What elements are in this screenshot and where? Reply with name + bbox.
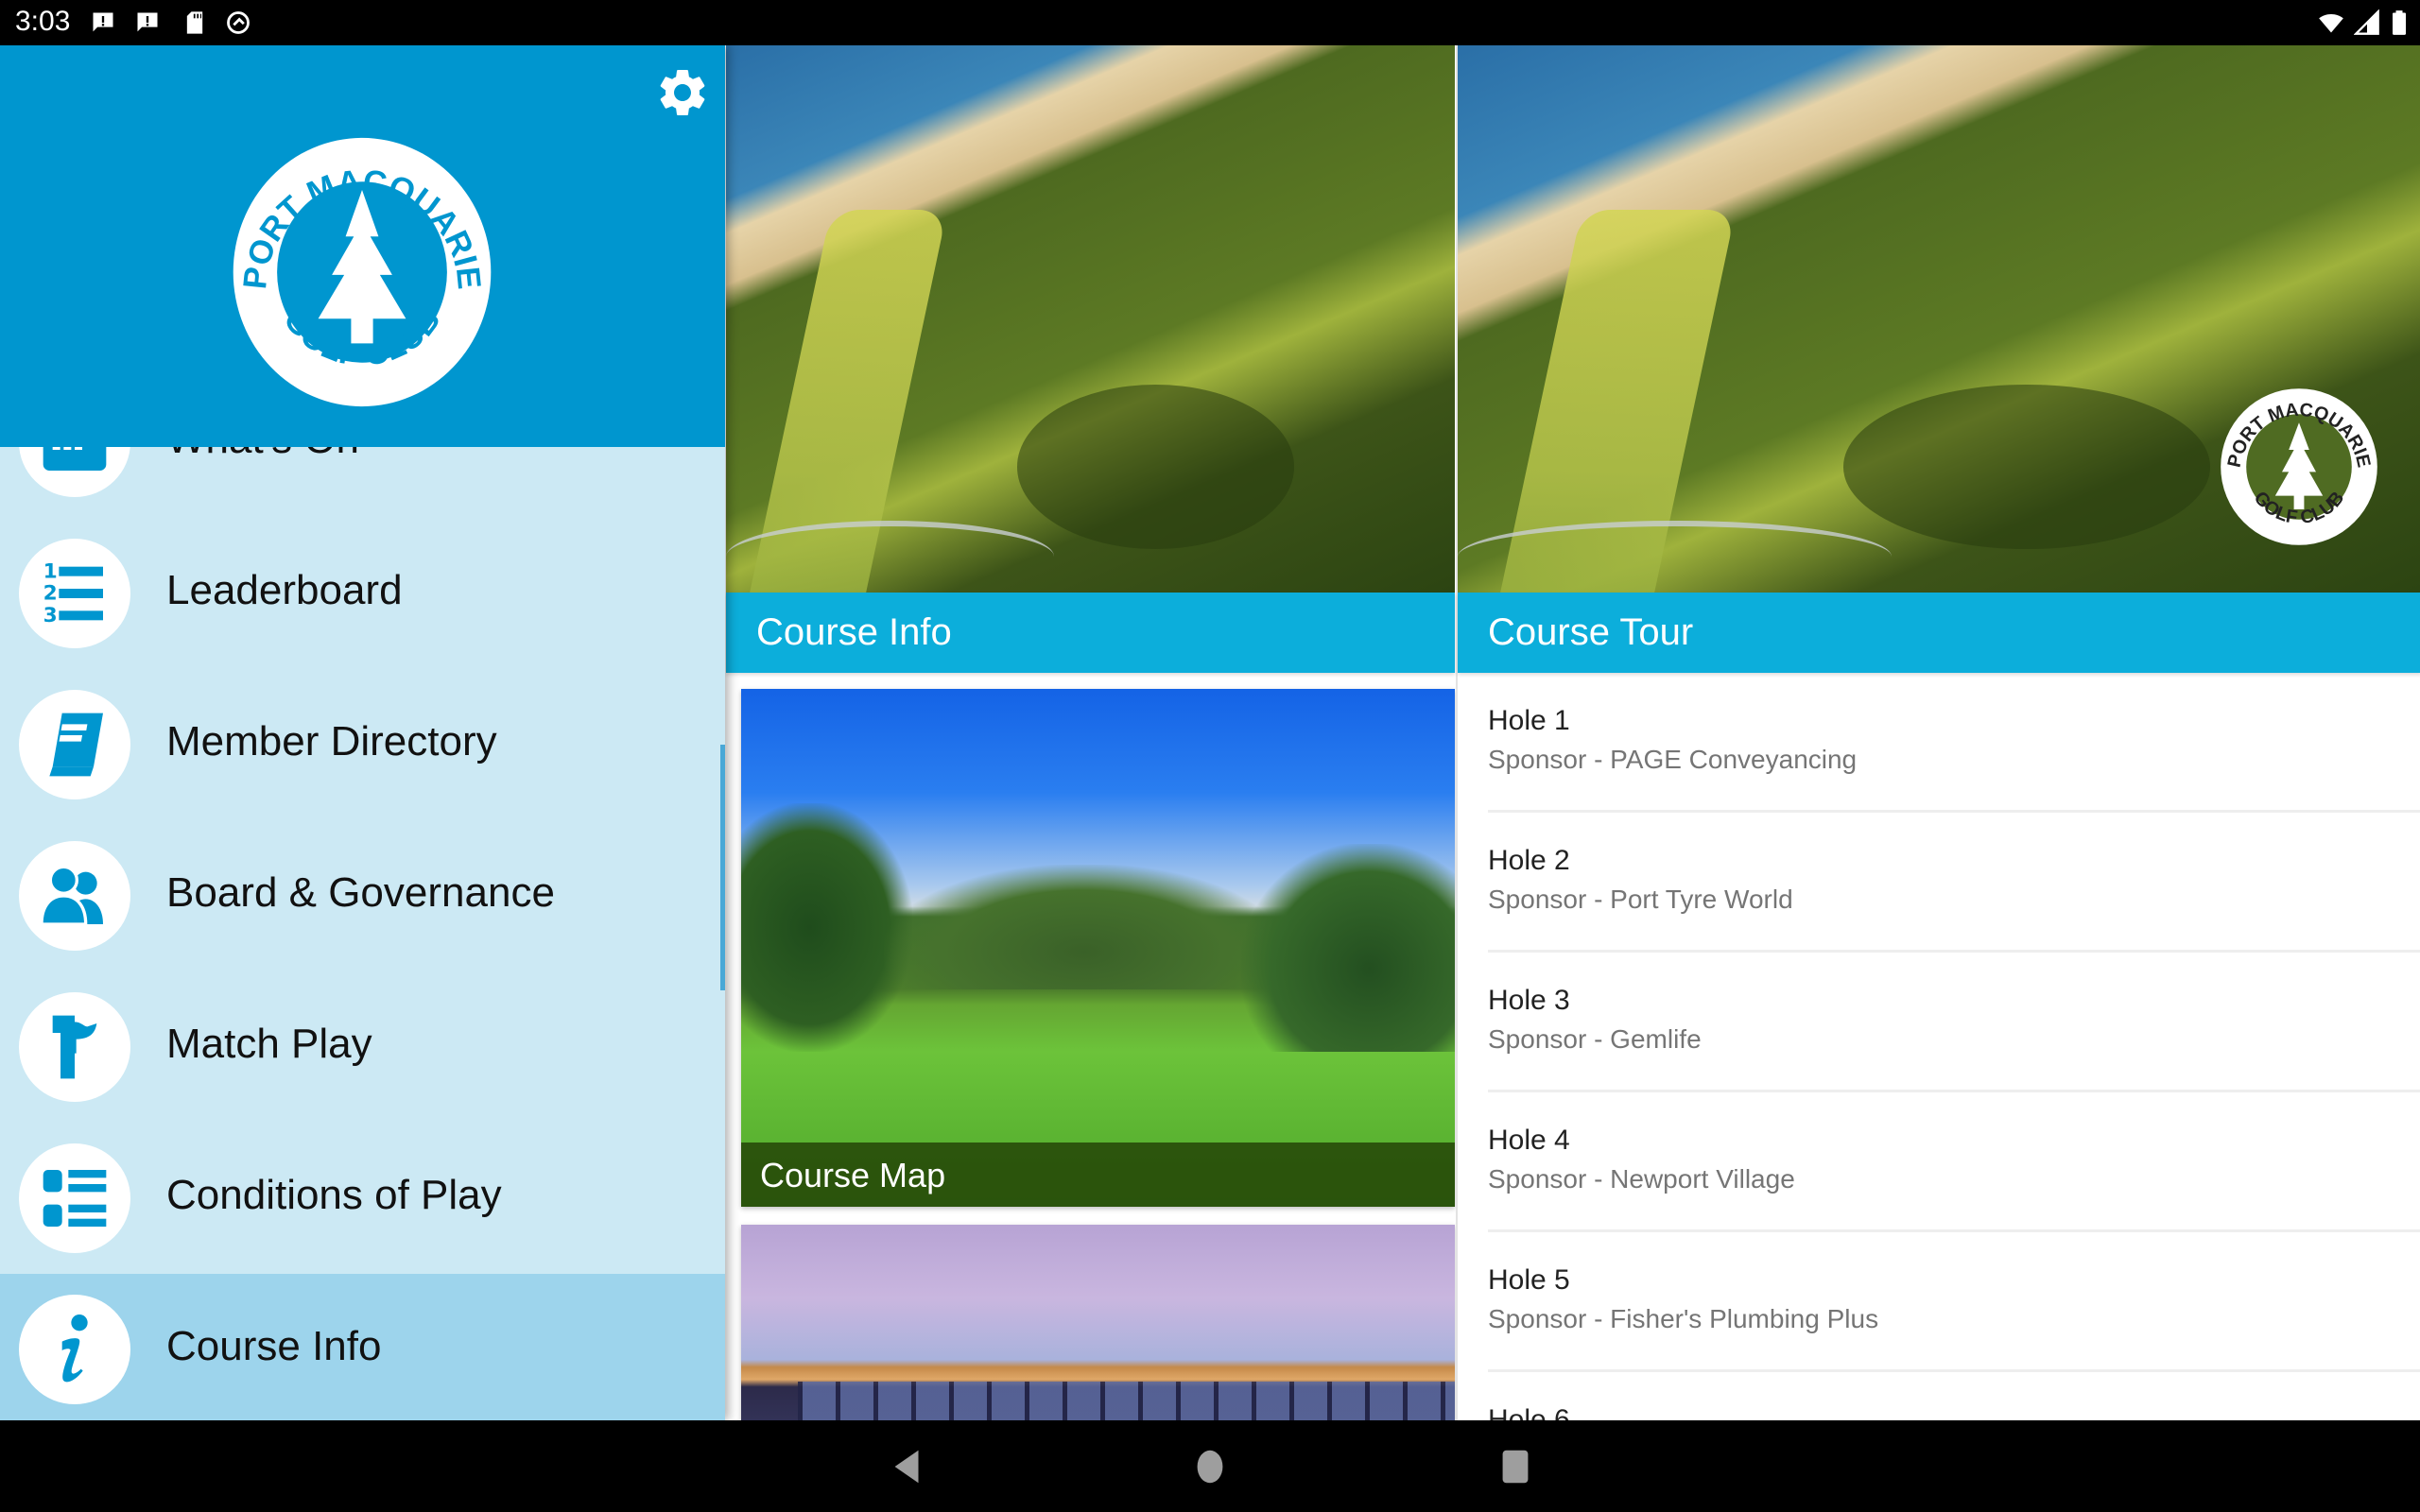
svg-text:1: 1 xyxy=(43,559,58,583)
message-alert-icon xyxy=(93,12,113,32)
message-alert-icon xyxy=(137,12,158,32)
menu-label: Leaderboard xyxy=(166,567,403,613)
hole-sponsor: Sponsor - Gemlife xyxy=(1488,1024,1702,1054)
sd-card-icon xyxy=(186,11,203,34)
status-time: 3:03 xyxy=(15,6,71,37)
ranked-list-icon: 123 xyxy=(43,559,103,627)
hole-title: Hole 2 xyxy=(1488,845,1570,876)
app-content: Course Info Course Map PORT MACQUARIE GO… xyxy=(0,45,2420,1420)
hole-sponsor: Sponsor - Port Tyre World xyxy=(1488,885,1793,914)
menu-item-course-info[interactable]: Course Info xyxy=(0,1274,725,1420)
hole-list-item[interactable]: Hole 2 Sponsor - Port Tyre World xyxy=(1488,813,2420,953)
back-icon[interactable] xyxy=(879,1445,936,1488)
hole-list-item[interactable]: Hole 1 Sponsor - PAGE Conveyancing xyxy=(1488,673,2420,813)
menu-label: Course Info xyxy=(166,1323,382,1369)
battery-icon xyxy=(2393,10,2406,35)
hole-title: Hole 5 xyxy=(1488,1264,1570,1296)
hole-list-item[interactable]: Hole 4 Sponsor - Newport Village xyxy=(1488,1092,2420,1232)
course-info-title: Course Info xyxy=(756,611,952,653)
club-logo: PORT MACQUARIE GOLF CLUB xyxy=(233,137,492,407)
menu-item-match-play[interactable]: Match Play xyxy=(0,971,725,1123)
sync-icon xyxy=(227,11,250,34)
svg-text:3: 3 xyxy=(43,604,58,627)
hole-list-item[interactable]: Hole 6 xyxy=(1488,1372,2420,1420)
drawer-header: PORT MACQUARIE GOLF CLUB xyxy=(0,45,725,447)
hole-sponsor: Sponsor - Newport Village xyxy=(1488,1164,1795,1194)
system-navigation-bar xyxy=(0,1420,2420,1512)
hole-list-item[interactable]: Hole 5 Sponsor - Fisher's Plumbing Plus xyxy=(1488,1232,2420,1372)
hole-sponsor: Sponsor - PAGE Conveyancing xyxy=(1488,745,1858,774)
course-tour-header: Course Tour xyxy=(1458,593,2420,673)
course-tour-title: Course Tour xyxy=(1488,611,1694,653)
menu-item-leaderboard[interactable]: 123 Leaderboard xyxy=(0,518,725,669)
hole-title: Hole 1 xyxy=(1488,705,1570,736)
navigation-drawer: PORT MACQUARIE GOLF CLUB What's On xyxy=(0,45,725,1420)
book-icon xyxy=(49,713,103,777)
drawer-scrollbar[interactable] xyxy=(720,745,725,990)
menu-item-member-directory[interactable]: Member Directory xyxy=(0,669,725,820)
hole-title: Hole 4 xyxy=(1488,1125,1570,1156)
menu-item-board-governance[interactable]: Board & Governance xyxy=(0,820,725,971)
info-icon xyxy=(61,1314,88,1383)
hole-title: Hole 3 xyxy=(1488,985,1570,1016)
bullet-list-icon xyxy=(43,1170,107,1227)
menu-label: Match Play xyxy=(166,1021,372,1067)
course-tour-hero-image: PORT MACQUARIE GOLF CLUB xyxy=(1458,45,2420,593)
club-logo-badge: PORT MACQUARIE GOLF CLUB xyxy=(2221,388,2377,545)
hole-list-item[interactable]: Hole 3 Sponsor - Gemlife xyxy=(1488,953,2420,1092)
recents-icon[interactable] xyxy=(1487,1445,1544,1488)
course-info-header: Course Info xyxy=(726,593,1455,673)
course-aerial-hero-image xyxy=(726,45,1455,593)
home-icon[interactable] xyxy=(1182,1445,1238,1488)
wifi-icon xyxy=(2319,13,2343,33)
hole-sponsor: Sponsor - Fisher's Plumbing Plus xyxy=(1488,1304,1879,1333)
drawer-menu: What's On 123 Leaderboard xyxy=(0,367,725,1420)
status-bar: 3:03 xyxy=(0,0,2420,45)
hole-title: Hole 6 xyxy=(1488,1404,1570,1420)
course-map-label: Course Map xyxy=(760,1156,946,1194)
course-map-caption: Course Map xyxy=(741,1143,1455,1207)
menu-label: Conditions of Play xyxy=(166,1172,502,1218)
cellular-signal-icon xyxy=(2354,9,2379,35)
svg-text:2: 2 xyxy=(43,582,58,606)
course-tour-panel: PORT MACQUARIE GOLF CLUB Course Tour Hol… xyxy=(1456,45,2420,1420)
menu-label: Board & Governance xyxy=(166,869,555,916)
hole-list: Hole 1 Sponsor - PAGE Conveyancing Hole … xyxy=(1458,673,2420,1420)
menu-label: Member Directory xyxy=(166,718,497,765)
course-info-panel: Course Info Course Map xyxy=(726,45,1455,1420)
people-icon xyxy=(40,865,103,926)
flag-icon xyxy=(52,1015,97,1079)
clubhouse-card[interactable] xyxy=(741,1225,1455,1420)
gear-icon[interactable] xyxy=(654,64,711,121)
menu-item-conditions-of-play[interactable]: Conditions of Play xyxy=(0,1123,725,1274)
course-map-card[interactable]: Course Map xyxy=(741,689,1455,1207)
